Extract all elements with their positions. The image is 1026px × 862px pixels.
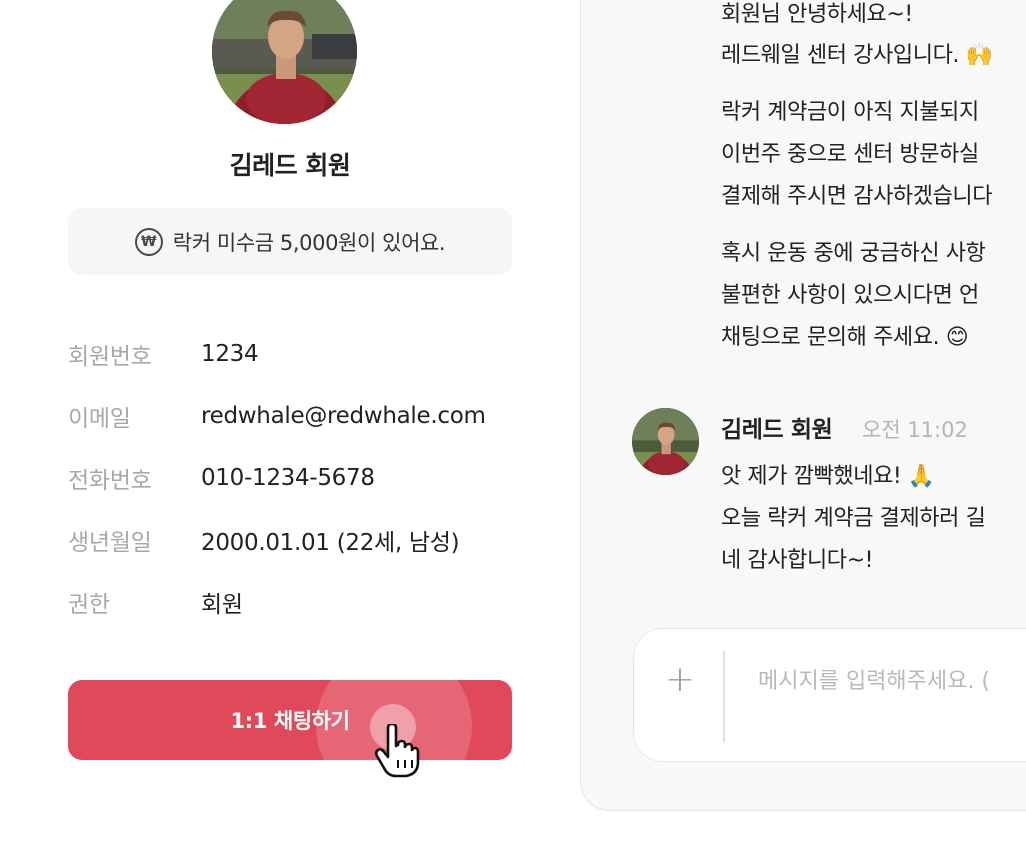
info-label: 이메일 bbox=[68, 406, 131, 432]
staff-message-line: 채팅으로 문의해 주세요. 😊 bbox=[721, 325, 969, 350]
staff-message-line: 혹시 운동 중에 궁금하신 사항 bbox=[721, 241, 986, 266]
unpaid-notice-text: 락커 미수금 5,000원이 있어요. bbox=[172, 230, 446, 255]
info-value: 1234 bbox=[201, 341, 259, 367]
info-value: 010-1234-5678 bbox=[201, 465, 375, 491]
message-input[interactable] bbox=[758, 661, 1026, 701]
message-composer: + bbox=[633, 628, 1026, 762]
won-coin-icon: ₩ bbox=[134, 227, 163, 256]
info-row-role: 권한 회원 bbox=[68, 584, 243, 620]
staff-message-line: 불편한 사항이 있으시다면 언 bbox=[721, 283, 979, 308]
info-value: 회원 bbox=[201, 592, 243, 618]
staff-message-line: 락커 계약금이 아직 지불되지 bbox=[721, 100, 979, 125]
sender-avatar bbox=[632, 408, 699, 475]
info-label: 권한 bbox=[68, 592, 110, 618]
staff-message-line: 레드웨일 센터 강사입니다. 🙌 bbox=[721, 43, 993, 68]
message-sender-name: 김레드 회원 bbox=[721, 417, 833, 443]
info-label: 전화번호 bbox=[68, 468, 152, 494]
info-value: redwhale@redwhale.com bbox=[201, 403, 486, 429]
member-message-line: 네 감사합니다~! bbox=[721, 548, 874, 573]
info-label: 회원번호 bbox=[68, 344, 152, 370]
start-chat-button-label: 1:1 채팅하기 bbox=[230, 709, 350, 733]
hand-pointer-cursor-icon bbox=[374, 722, 420, 778]
add-attachment-icon[interactable]: + bbox=[660, 659, 700, 700]
info-row-birthdate: 생년월일 2000.01.01 (22세, 남성) bbox=[68, 522, 460, 558]
info-label: 생년월일 bbox=[68, 530, 152, 556]
composer-divider bbox=[723, 651, 725, 743]
info-row-email: 이메일 redwhale@redwhale.com bbox=[68, 398, 486, 434]
info-row-member-number: 회원번호 1234 bbox=[68, 336, 259, 372]
staff-message-line: 결제해 주시면 감사하겠습니다 bbox=[721, 184, 993, 209]
unpaid-notice: ₩ 락커 미수금 5,000원이 있어요. bbox=[68, 208, 512, 275]
info-value: 2000.01.01 (22세, 남성) bbox=[201, 530, 460, 556]
start-chat-button[interactable]: 1:1 채팅하기 bbox=[68, 680, 512, 760]
member-message-line: 오늘 락커 계약금 결제하러 길 bbox=[721, 506, 986, 531]
staff-message-line: 회원님 안녕하세요~! bbox=[721, 2, 913, 27]
member-avatar bbox=[212, 0, 357, 124]
message-timestamp: 오전 11:02 bbox=[862, 418, 968, 442]
info-row-phone: 전화번호 010-1234-5678 bbox=[68, 460, 375, 496]
member-message-line: 앗 제가 깜빡했네요! 🙏 bbox=[721, 464, 935, 489]
chat-panel: 회원님 안녕하세요~! 레드웨일 센터 강사입니다. 🙌 락커 계약금이 아직 … bbox=[580, 0, 1026, 811]
staff-message-line: 이번주 중으로 센터 방문하실 bbox=[721, 142, 979, 167]
member-name: 김레드 회원 bbox=[229, 151, 351, 180]
